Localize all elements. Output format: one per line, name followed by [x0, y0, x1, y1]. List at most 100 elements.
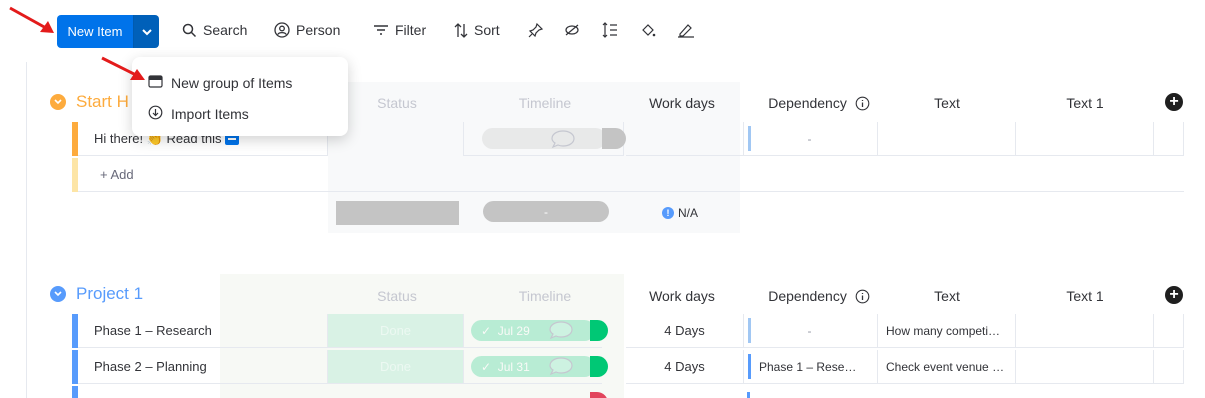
item-name[interactable]: Phase 1 – Research	[94, 323, 212, 338]
check-icon: ✓	[481, 359, 492, 374]
group-icon	[148, 74, 163, 91]
item-name-cell[interactable]: Phase 2 – Planning	[78, 350, 328, 384]
timeline-summary: -	[483, 201, 609, 222]
timeline-bar-end	[602, 128, 626, 149]
row-height-icon[interactable]	[602, 22, 618, 41]
filter-label: Filter	[395, 22, 427, 38]
col-header-dependency: Dependency	[744, 95, 894, 114]
col-header-text: Text	[934, 288, 960, 304]
info-icon[interactable]	[855, 96, 870, 114]
empty-cell	[1154, 314, 1184, 348]
timeline-cell[interactable]: ✓ Jul 31	[464, 350, 602, 384]
filter-button[interactable]: Filter	[373, 22, 426, 38]
text-value: How many competi…	[886, 323, 1001, 338]
text1-cell[interactable]	[1016, 314, 1154, 348]
comment-bubble-icon[interactable]	[550, 129, 576, 152]
timeline-bar-end	[590, 392, 608, 398]
table-row[interactable]: Phase 1 – Research Done ✓ Jul 29 4 Days …	[72, 314, 1192, 348]
search-button[interactable]: Search	[182, 22, 247, 38]
dependency-cell[interactable]: Phase 1 – Rese…	[744, 350, 878, 384]
timeline-pill[interactable]	[481, 128, 606, 149]
work-days-cell[interactable]: 4 Days	[626, 350, 744, 384]
work-days-value: 4 Days	[664, 323, 705, 338]
comment-bubble-icon[interactable]	[548, 356, 574, 379]
status-cell[interactable]: Done	[328, 314, 464, 348]
dependency-value[interactable]: -	[748, 126, 868, 151]
collapse-group-icon[interactable]	[50, 94, 66, 110]
color-fill-icon[interactable]	[640, 22, 656, 41]
pin-icon[interactable]	[528, 22, 544, 41]
dependency-value[interactable]: Phase 1 – Rese…	[748, 354, 870, 379]
empty-cell	[1154, 350, 1184, 384]
status-label: Done	[379, 359, 412, 374]
add-column-button[interactable]: +	[1165, 93, 1183, 111]
sort-label: Sort	[474, 22, 500, 38]
menu-item-label: New group of Items	[171, 74, 293, 91]
dependency-value[interactable]: -	[748, 318, 868, 343]
info-icon[interactable]	[855, 289, 870, 307]
menu-item-import-items[interactable]: Import Items	[132, 98, 348, 129]
timeline-pill[interactable]: ✓ Jul 29	[471, 320, 595, 341]
col-header-timeline: Timeline	[518, 95, 572, 111]
annotation-arrow-new-item	[9, 6, 54, 33]
new-item-split-button[interactable]: New Item	[57, 15, 159, 48]
col-header-status: Status	[377, 288, 417, 304]
person-icon	[274, 22, 290, 38]
collapse-group-icon[interactable]	[50, 286, 66, 302]
menu-item-new-group[interactable]: New group of Items	[132, 67, 348, 98]
text-cell[interactable]: How many competi…	[878, 314, 1016, 348]
sort-button[interactable]: Sort	[454, 22, 500, 38]
edit-icon[interactable]	[677, 22, 695, 41]
search-label: Search	[203, 22, 248, 38]
comment-bubble-icon[interactable]	[548, 320, 574, 343]
table-row[interactable]: Phase 2 – Planning Done ✓ Jul 31 4 Days …	[72, 350, 1192, 384]
table-row[interactable]	[72, 386, 1192, 398]
text-cell[interactable]: Check event venue …	[878, 350, 1016, 384]
new-item-dropdown-toggle[interactable]	[133, 15, 159, 48]
item-name-cell[interactable]: Phase 1 – Research	[78, 314, 328, 348]
work-days-cell[interactable]: 4 Days	[626, 314, 744, 348]
menu-item-label: Import Items	[171, 105, 249, 122]
dependency-bar	[747, 392, 750, 398]
new-item-dropdown-menu: New group of Items Import Items	[132, 57, 348, 136]
text-cell[interactable]	[878, 122, 1016, 156]
group-header-start-here[interactable]: Start H	[50, 92, 129, 112]
search-icon	[182, 23, 197, 38]
import-icon	[148, 105, 163, 123]
work-days-cell[interactable]	[626, 122, 744, 156]
work-days-summary: ! N/A	[662, 206, 698, 220]
timeline-bar-end	[590, 320, 608, 341]
col-header-text: Text	[934, 95, 960, 111]
chevron-down-icon	[141, 24, 152, 39]
add-column-button[interactable]: +	[1165, 286, 1183, 304]
group-title[interactable]: Start H	[76, 92, 129, 112]
empty-cell	[1154, 122, 1184, 156]
col-header-text1: Text 1	[1066, 95, 1104, 111]
status-cell[interactable]: Done	[328, 350, 464, 384]
dependency-cell[interactable]: -	[744, 314, 878, 348]
warning-icon: !	[662, 207, 674, 219]
add-item-row[interactable]: + Add	[72, 158, 1192, 192]
work-days-summary-value: N/A	[678, 206, 699, 220]
group-header-project-1[interactable]: Project 1	[50, 284, 143, 304]
text1-cell[interactable]	[1016, 350, 1154, 384]
text1-cell[interactable]	[1016, 122, 1154, 156]
timeline-cell[interactable]: ✓ Jul 29	[464, 314, 602, 348]
board-toolbar: New Item Search Person Filter Sort	[0, 0, 1205, 62]
item-name[interactable]: Phase 2 – Planning	[94, 359, 207, 374]
person-label: Person	[296, 22, 341, 38]
group-title[interactable]: Project 1	[76, 284, 143, 304]
add-item-input[interactable]: + Add	[78, 158, 1184, 192]
new-item-button[interactable]: New Item	[57, 15, 133, 48]
timeline-cell[interactable]	[464, 122, 624, 156]
col-header-text1: Text 1	[1066, 288, 1104, 304]
col-header-timeline: Timeline	[518, 288, 572, 304]
col-header-dependency-label: Dependency	[768, 288, 847, 304]
person-filter-button[interactable]: Person	[274, 22, 340, 38]
status-summary-bar	[336, 201, 459, 225]
dependency-cell[interactable]: -	[744, 122, 878, 156]
check-icon: ✓	[481, 323, 492, 338]
status-cell[interactable]	[328, 122, 464, 156]
hide-icon[interactable]	[564, 22, 580, 41]
timeline-pill[interactable]: ✓ Jul 31	[471, 356, 595, 377]
